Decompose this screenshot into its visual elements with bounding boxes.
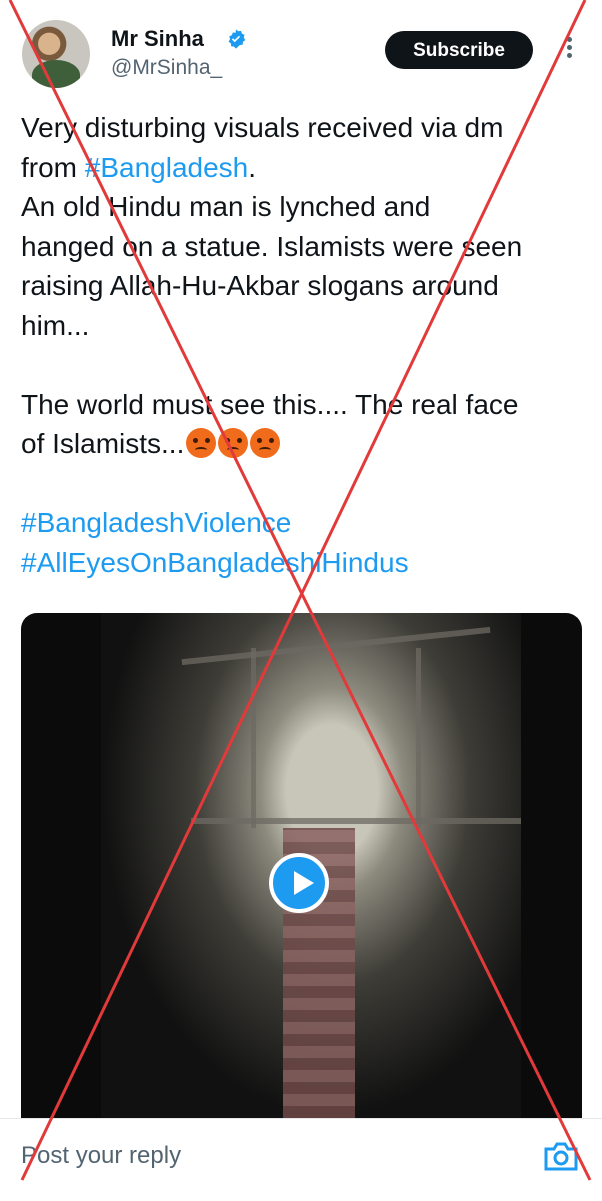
tweet-line: him... <box>21 309 90 341</box>
tweet-header: Mr Sinha @MrSinha_ Subscribe <box>0 0 602 100</box>
angry-face-icon <box>250 428 281 458</box>
subscribe-button[interactable]: Subscribe <box>385 31 533 69</box>
video-frame-detail <box>416 648 421 828</box>
tweet-line: raising Allah-Hu-Akbar slogans around <box>21 270 499 301</box>
tweet-text-fragment: . <box>248 151 257 183</box>
author-name[interactable]: Mr Sinha <box>111 26 204 52</box>
tweet-line: Very disturbing visuals received via dm <box>21 112 504 143</box>
avatar[interactable] <box>22 20 90 88</box>
hashtag-link[interactable]: #BangladeshViolence <box>21 507 291 538</box>
tweet-body: Very disturbing visuals received via dm … <box>21 108 591 582</box>
reply-input[interactable]: Post your reply <box>21 1142 181 1170</box>
tweet-line: of Islamists... <box>21 424 591 464</box>
tweet-line: An old Hindu man is lynched and <box>21 191 431 222</box>
more-options-icon[interactable] <box>557 34 581 66</box>
hashtag-link[interactable]: #Bangladesh <box>85 152 248 183</box>
hashtag-line: #AllEyesOnBangladeshiHindus <box>21 543 591 583</box>
tweet-line: The world must see this.... The real fac… <box>21 388 519 420</box>
tweet-line: hanged on a statue. Islamists were seen <box>21 230 523 262</box>
verified-badge-icon <box>228 29 246 49</box>
hashtag-line: #BangladeshViolence <box>21 503 591 543</box>
author-handle[interactable]: @MrSinha_ <box>111 56 222 80</box>
video-player[interactable] <box>21 613 582 1118</box>
angry-face-icon <box>186 428 217 458</box>
tweet-text-fragment: of Islamists... <box>21 428 185 459</box>
camera-icon[interactable] <box>543 1140 579 1172</box>
video-frame-detail <box>251 648 256 828</box>
angry-face-icon <box>218 428 249 458</box>
play-icon[interactable] <box>269 853 329 913</box>
tweet-line: from #Bangladesh. <box>21 148 591 188</box>
hashtag-link[interactable]: #AllEyesOnBangladeshiHindus <box>21 547 409 578</box>
video-frame-detail <box>191 818 521 824</box>
tweet-text-fragment: from <box>21 151 85 183</box>
